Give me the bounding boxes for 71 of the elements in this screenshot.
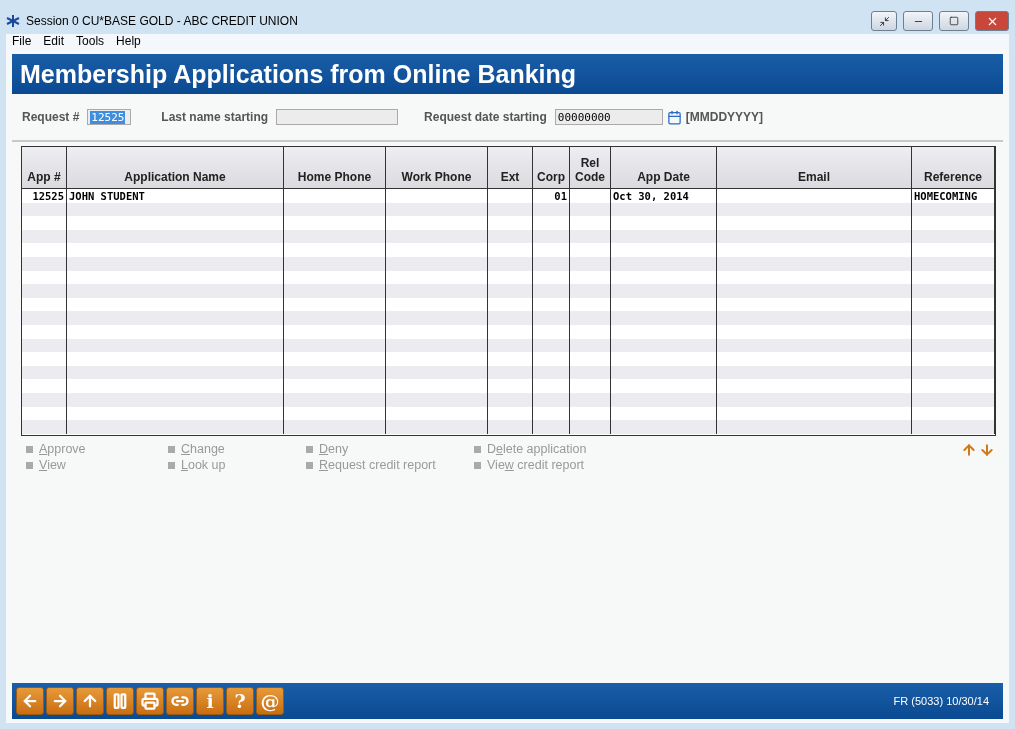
- toolbar-button[interactable]: @: [256, 687, 284, 715]
- bullet-icon: [168, 461, 175, 469]
- bullet-icon: [306, 445, 313, 453]
- page-header: Membership Applications from Online Banking: [12, 54, 1003, 94]
- table-cell: [488, 284, 533, 298]
- table-cell: [533, 311, 570, 325]
- arrow-down-icon[interactable]: [979, 442, 995, 458]
- column-header: App Date: [611, 147, 717, 189]
- arrow-left-button[interactable]: [16, 687, 44, 715]
- action-link[interactable]: Approve: [39, 442, 86, 456]
- calendar-icon[interactable]: [666, 109, 682, 125]
- pause-button[interactable]: [106, 687, 134, 715]
- action-link[interactable]: Deny: [319, 442, 349, 456]
- field-label: Last name starting: [161, 110, 269, 124]
- close-button[interactable]: [975, 11, 1009, 31]
- pause-icon: [111, 692, 129, 710]
- column-header: Rel Code: [570, 147, 611, 189]
- table-cell: [570, 284, 611, 298]
- maximize-button[interactable]: [939, 11, 969, 31]
- input-field[interactable]: [276, 109, 399, 125]
- printer-button[interactable]: [136, 687, 164, 715]
- action-link[interactable]: Request credit report: [319, 458, 436, 472]
- menu-item[interactable]: Edit: [43, 34, 65, 50]
- action-link[interactable]: Look up: [181, 458, 226, 472]
- column-header: Ext: [488, 147, 533, 189]
- link-button[interactable]: [166, 687, 194, 715]
- field-label: Request #: [22, 110, 80, 124]
- maximize-icon: [949, 16, 959, 26]
- minimize-button[interactable]: [903, 11, 933, 31]
- column-header: Corp: [533, 147, 570, 189]
- menu-item[interactable]: Help: [116, 34, 141, 50]
- action-link[interactable]: View: [39, 458, 66, 472]
- arrow-up-button[interactable]: [76, 687, 104, 715]
- column-header: Email: [717, 147, 912, 189]
- action-link[interactable]: View credit report: [487, 458, 585, 472]
- arrow-right-button[interactable]: [46, 687, 74, 715]
- printer-icon: [141, 692, 159, 710]
- bullet-icon: [474, 461, 481, 469]
- status-text: FR (5033) 10/30/14: [893, 695, 989, 707]
- field-label: Request date starting: [424, 110, 547, 124]
- restore-button[interactable]: [871, 11, 897, 31]
- toolbar-button[interactable]: ?: [226, 687, 254, 715]
- window-title: Session 0 CU*BASE GOLD - ABC CREDIT UNION: [26, 14, 299, 28]
- table-cell: [533, 284, 570, 298]
- restore-icon: [878, 15, 890, 27]
- table-cell: [488, 311, 533, 325]
- arrow-up-icon[interactable]: [961, 442, 977, 458]
- column-header: Application Name: [67, 147, 284, 189]
- column-header: Home Phone: [284, 147, 386, 189]
- arrow-right-icon: [51, 692, 69, 710]
- bullet-icon: [474, 445, 481, 453]
- app-logo-icon: [6, 14, 20, 28]
- table-cell: [570, 311, 611, 325]
- input-field[interactable]: 12525: [87, 109, 132, 125]
- table-cell: Oct 30, 2014: [611, 189, 717, 203]
- toolbar-button[interactable]: i: [196, 687, 224, 715]
- bullet-icon: [26, 445, 33, 453]
- column-header: Reference: [912, 147, 995, 189]
- column-header: App #: [22, 147, 67, 189]
- menu-item[interactable]: Tools: [76, 34, 105, 50]
- table-cell: HOMECOMING: [912, 189, 995, 203]
- menu-item[interactable]: File: [12, 34, 32, 50]
- date-format-hint: [MMDDYYYY]: [685, 110, 764, 124]
- bullet-icon: [306, 461, 313, 469]
- bullet-icon: [168, 445, 175, 453]
- bullet-icon: [26, 461, 33, 469]
- action-link[interactable]: Delete application: [487, 442, 587, 456]
- table-cell: JOHN STUDENT: [67, 189, 284, 203]
- column-header: Work Phone: [386, 147, 488, 189]
- input-field[interactable]: 00000000: [554, 109, 663, 125]
- action-link[interactable]: Change: [181, 442, 225, 456]
